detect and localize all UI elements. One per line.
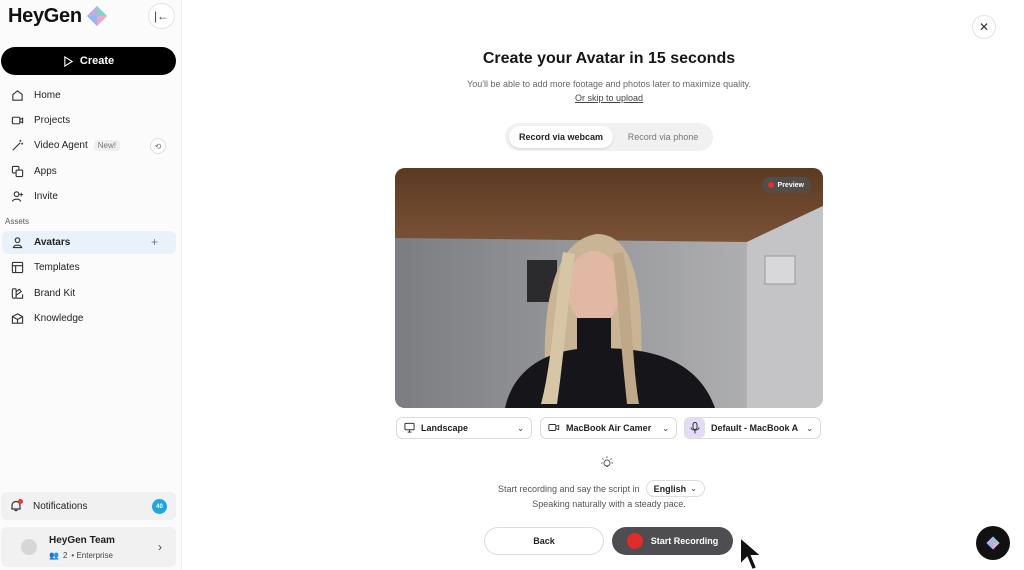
logo[interactable]: HeyGen <box>8 4 108 28</box>
assets-section-label: Assets <box>5 217 30 226</box>
invite-icon <box>10 190 24 204</box>
home-icon <box>10 89 24 103</box>
sidebar-item-home[interactable]: Home <box>2 84 176 107</box>
mouse-cursor-icon <box>739 535 765 570</box>
team-name: HeyGen Team <box>49 535 115 546</box>
camera-icon <box>548 422 560 435</box>
knowledge-icon <box>10 312 24 326</box>
chevron-right-icon: › <box>158 540 162 554</box>
wand-icon <box>10 139 24 153</box>
assistant-button[interactable] <box>976 526 1010 560</box>
start-recording-button[interactable]: Start Recording <box>612 527 733 555</box>
microphone-select[interactable]: Default - MacBook A ⌄ <box>684 417 821 439</box>
notifications-count-badge: 40 <box>152 499 167 514</box>
monitor-icon <box>404 422 415 435</box>
logo-text: HeyGen <box>8 4 82 27</box>
brand-kit-icon <box>10 287 24 301</box>
skip-to-upload-link[interactable]: Or skip to upload <box>390 93 828 103</box>
preview-indicator: Preview <box>761 177 811 193</box>
sidebar-item-projects[interactable]: Projects <box>2 109 176 132</box>
sidebar-item-brand-kit[interactable]: Brand Kit <box>2 282 176 305</box>
heygen-assistant-icon <box>986 536 1000 550</box>
apps-icon <box>10 165 24 179</box>
chevron-down-icon: ⌄ <box>517 423 524 433</box>
sidebar-item-label: Brand Kit <box>34 288 76 299</box>
language-select[interactable]: English ⌄ <box>645 480 705 497</box>
microphone-value: Default - MacBook A <box>711 423 799 433</box>
sidebar-item-label: Knowledge <box>34 313 84 324</box>
collapse-icon: |← <box>153 9 170 23</box>
orientation-select[interactable]: Landscape ⌄ <box>396 417 532 439</box>
history-icon[interactable]: ⟲ <box>150 138 166 154</box>
chevron-down-icon: ⌄ <box>806 423 813 433</box>
sidebar: HeyGen |← Create Home Projects Video Age… <box>0 0 182 570</box>
instruction-text: Start recording and say the script in <box>498 483 640 494</box>
page-title: Create your Avatar in 15 seconds <box>482 50 736 67</box>
sidebar-item-apps[interactable]: Apps <box>2 160 176 183</box>
webcam-feed-image <box>395 168 823 408</box>
sidebar-item-label: Apps <box>34 166 57 177</box>
orientation-value: Landscape <box>421 423 469 433</box>
create-label: Create <box>79 55 115 67</box>
team-plan: • Enterprise <box>71 551 113 560</box>
sidebar-item-label: Invite <box>34 191 58 202</box>
notifications-label: Notifications <box>33 500 88 512</box>
collapse-sidebar-button[interactable]: |← <box>148 3 175 29</box>
add-avatar-icon[interactable]: + <box>151 235 158 249</box>
page-subtitle: You'll be able to add more footage and p… <box>467 79 751 89</box>
recording-dot-icon <box>767 182 774 188</box>
sidebar-item-label: Templates <box>34 262 80 273</box>
create-icon <box>64 55 74 67</box>
preview-label: Preview <box>777 181 804 189</box>
notifications-button[interactable]: Notifications 40 <box>1 492 176 520</box>
team-members-count: 2 <box>62 551 68 560</box>
heygen-logo-icon <box>86 5 107 27</box>
close-button[interactable]: ✕ <box>972 15 996 39</box>
template-icon <box>10 261 24 275</box>
back-button[interactable]: Back <box>484 527 604 555</box>
sidebar-item-label: Projects <box>34 115 71 126</box>
instruction-line-2: Speaking naturally with a steady pace. <box>532 499 686 509</box>
members-icon: 👥 <box>49 551 59 560</box>
team-avatar <box>21 539 37 555</box>
sidebar-item-label: Home <box>34 90 61 101</box>
sidebar-item-knowledge[interactable]: Knowledge <box>2 307 176 330</box>
camera-select[interactable]: MacBook Air Camer ⌄ <box>540 417 677 439</box>
tab-record-phone[interactable]: Record via phone <box>613 126 713 148</box>
lightbulb-icon <box>601 456 613 467</box>
webcam-preview: Preview <box>395 168 823 408</box>
sidebar-item-templates[interactable]: Templates <box>2 256 176 279</box>
create-button[interactable]: Create <box>1 47 176 75</box>
camera-value: MacBook Air Camer <box>566 423 652 433</box>
team-meta: 👥 2 • Enterprise <box>49 551 113 560</box>
start-recording-label: Start Recording <box>650 536 719 546</box>
sidebar-item-label: Avatars <box>34 237 71 248</box>
record-icon <box>626 533 643 549</box>
video-icon <box>10 114 24 128</box>
chevron-down-icon: ⌄ <box>690 484 697 493</box>
record-mode-toggle: Record via webcam Record via phone <box>505 123 713 151</box>
sidebar-item-label: Video Agent <box>34 140 88 151</box>
avatar-icon <box>10 236 24 250</box>
team-switcher[interactable]: HeyGen Team 👥 2 • Enterprise › <box>1 527 176 567</box>
new-badge: New! <box>93 140 120 151</box>
language-value: English <box>653 483 687 494</box>
sidebar-item-invite[interactable]: Invite <box>2 185 176 208</box>
bell-icon <box>9 499 23 513</box>
sidebar-item-avatars[interactable]: Avatars <box>2 231 176 254</box>
close-icon: ✕ <box>978 20 990 34</box>
tab-record-webcam[interactable]: Record via webcam <box>509 126 613 148</box>
chevron-down-icon: ⌄ <box>662 423 669 433</box>
script-instruction: Start recording and say the script in En… <box>498 480 705 497</box>
microphone-icon <box>685 418 705 438</box>
